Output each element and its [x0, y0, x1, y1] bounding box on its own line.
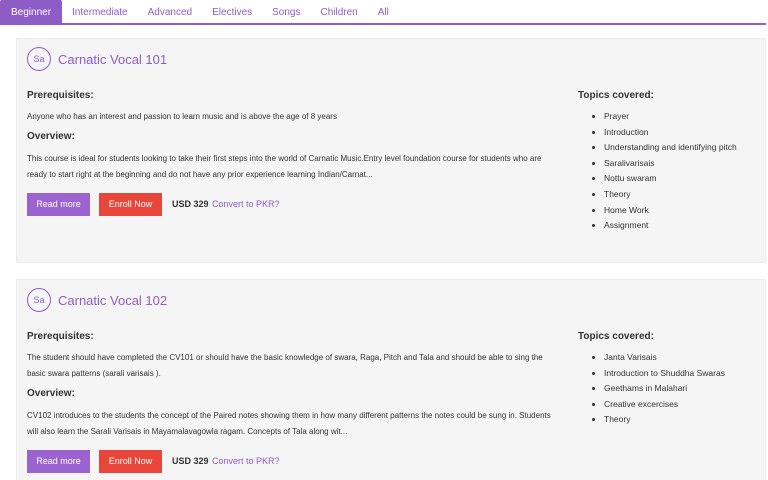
overview-heading: Overview:	[27, 131, 75, 142]
topics-list: Janta Varisais Introduction to Shuddha S…	[592, 350, 752, 428]
course-badge-icon: Sa	[27, 47, 51, 71]
topic-item: Understanding and identifying pitch	[592, 140, 752, 156]
read-more-button[interactable]: Read more	[27, 193, 90, 216]
enroll-now-button[interactable]: Enroll Now	[99, 193, 162, 216]
prerequisites-heading: Prerequisites:	[27, 90, 94, 101]
topic-item: Home Work	[592, 203, 752, 219]
topic-item: Assignment	[592, 218, 752, 234]
convert-currency-link[interactable]: Convert to PKR?	[212, 193, 280, 216]
course-badge-icon: Sa	[27, 288, 51, 312]
prerequisites-text: Anyone who has an interest and passion t…	[27, 112, 337, 121]
tab-children[interactable]: Children	[310, 0, 367, 23]
course-header: Sa Carnatic Vocal 102	[27, 288, 167, 312]
topic-item: Nottu swaram	[592, 171, 752, 187]
topics-list: Prayer Introduction Understanding and id…	[592, 109, 752, 234]
convert-currency-link[interactable]: Convert to PKR?	[212, 450, 280, 473]
topic-item: Prayer	[592, 109, 752, 125]
course-title[interactable]: Carnatic Vocal 102	[58, 293, 167, 308]
topic-item: Geethams in Malahari	[592, 381, 752, 397]
overview-text: CV102 introduces to the students the con…	[27, 411, 551, 436]
topics-heading: Topics covered:	[578, 331, 654, 342]
tab-intermediate[interactable]: Intermediate	[62, 0, 138, 23]
prerequisites-text: The student should have completed the CV…	[27, 353, 543, 378]
read-more-button[interactable]: Read more	[27, 450, 90, 473]
topic-item: Janta Varisais	[592, 350, 752, 366]
enroll-now-button[interactable]: Enroll Now	[99, 450, 162, 473]
course-price: USD 329	[172, 199, 209, 209]
course-title[interactable]: Carnatic Vocal 101	[58, 52, 167, 67]
course-card: Sa Carnatic Vocal 101 Prerequisites: Any…	[16, 38, 766, 263]
level-tabs: Beginner Intermediate Advanced Electives…	[0, 0, 766, 25]
tab-electives[interactable]: Electives	[202, 0, 262, 23]
topic-item: Theory	[592, 187, 752, 203]
overview-heading: Overview:	[27, 388, 75, 399]
prerequisites-heading: Prerequisites:	[27, 331, 94, 342]
tab-all[interactable]: All	[368, 0, 399, 23]
topic-item: Theory	[592, 412, 752, 428]
course-price: USD 329	[172, 456, 209, 466]
course-card: Sa Carnatic Vocal 102 Prerequisites: The…	[16, 279, 766, 480]
tab-advanced[interactable]: Advanced	[138, 0, 202, 23]
topic-item: Creative excercises	[592, 397, 752, 413]
topic-item: Saralivarisais	[592, 156, 752, 172]
tab-songs[interactable]: Songs	[262, 0, 310, 23]
topic-item: Introduction to Shuddha Swaras	[592, 366, 752, 382]
topic-item: Introduction	[592, 125, 752, 141]
topics-heading: Topics covered:	[578, 90, 654, 101]
tab-beginner[interactable]: Beginner	[0, 0, 63, 23]
course-header: Sa Carnatic Vocal 101	[27, 47, 167, 71]
overview-text: This course is ideal for students lookin…	[27, 154, 542, 179]
